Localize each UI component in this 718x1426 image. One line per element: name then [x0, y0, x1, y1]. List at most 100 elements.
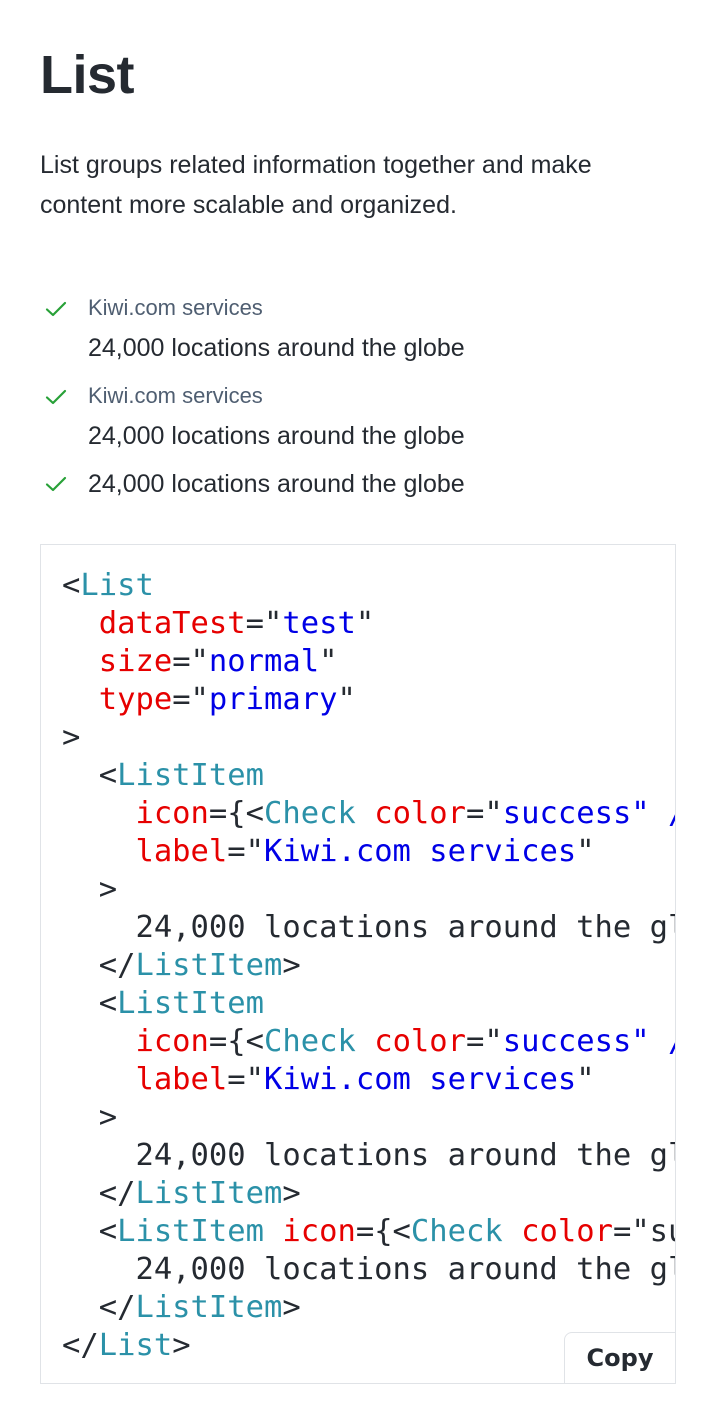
- code-token: 24,000 locations around the globe: [62, 1138, 676, 1173]
- code-token: type: [98, 682, 173, 717]
- code-token: normal: [208, 644, 320, 679]
- code-token: =": [245, 606, 283, 641]
- code-line: icon={<Check color="success" />}: [62, 1024, 675, 1059]
- code-token: =": [227, 834, 265, 869]
- code-token: </: [62, 1290, 136, 1325]
- code-token: </: [62, 1328, 99, 1363]
- code-token: Kiwi.com services: [264, 834, 577, 869]
- code-token: Kiwi.com services: [264, 1062, 577, 1097]
- code-token: =": [172, 644, 209, 679]
- code-token: primary: [208, 682, 338, 717]
- list-item-text: 24,000 locations around the globe: [88, 470, 465, 498]
- code-token: ListItem: [135, 1176, 283, 1211]
- code-token: </: [62, 948, 136, 983]
- code-line: 24,000 locations around the globe: [62, 910, 676, 945]
- code-line: </List>: [62, 1328, 191, 1363]
- code-token: Check: [264, 1024, 356, 1059]
- code-token: 24,000 locations around the globe: [62, 1252, 676, 1287]
- code-block[interactable]: <List dataTest="test" size="normal" type…: [41, 545, 675, 1365]
- code-token: =": [466, 1024, 503, 1059]
- code-line: label="Kiwi.com services": [62, 1062, 594, 1097]
- code-token: Check: [264, 796, 356, 831]
- code-token: success" />}: [502, 796, 675, 831]
- code-token: ListItem: [135, 948, 283, 983]
- code-line: </ListItem>: [62, 948, 301, 983]
- code-token: <: [62, 986, 118, 1021]
- code-token: size: [98, 644, 173, 679]
- code-token: ListItem: [117, 986, 264, 1021]
- code-line: type="primary": [62, 682, 356, 717]
- code-token: color: [374, 1024, 467, 1059]
- code-token: >: [62, 872, 118, 907]
- page-description: List groups related information together…: [40, 151, 592, 219]
- code-token: label: [135, 834, 228, 869]
- code-line: </ListItem>: [62, 1290, 301, 1325]
- code-example[interactable]: <List dataTest="test" size="normal" type…: [40, 544, 676, 1384]
- code-token: test: [282, 606, 356, 641]
- code-token: List: [80, 568, 154, 603]
- code-token: ListItem: [117, 1214, 264, 1249]
- code-line: <ListItem icon={<Check color="success" /…: [62, 1214, 675, 1249]
- list-item-label: Kiwi.com services: [88, 295, 263, 320]
- code-token: ListItem: [135, 1290, 283, 1325]
- code-token: <: [62, 1214, 118, 1249]
- check-icon: [44, 385, 68, 409]
- code-token: ="success" />}>: [612, 1214, 675, 1249]
- code-token: success" />}: [502, 1024, 675, 1059]
- code-token: =": [172, 682, 209, 717]
- code-token: color: [374, 796, 467, 831]
- code-token: 24,000 locations around the globe: [62, 910, 676, 945]
- code-token: >: [62, 720, 81, 755]
- list-item-text: 24,000 locations around the globe: [88, 422, 465, 450]
- code-token: =": [466, 796, 503, 831]
- code-token: ": [355, 606, 375, 641]
- list: Kiwi.com services 24,000 locations aroun…: [40, 288, 678, 512]
- code-token: List: [98, 1328, 173, 1363]
- code-line: <ListItem: [62, 986, 264, 1021]
- code-line: >: [62, 720, 80, 755]
- code-line: size="normal": [62, 644, 338, 679]
- code-token: >: [62, 1100, 118, 1135]
- code-line: </ListItem>: [62, 1176, 301, 1211]
- list-item: Kiwi.com services 24,000 locations aroun…: [40, 376, 678, 456]
- code-token: Check: [410, 1214, 503, 1249]
- code-token: </: [62, 1176, 136, 1211]
- code-token: dataTest: [98, 606, 246, 641]
- code-token: ={<: [208, 796, 264, 831]
- code-line: 24,000 locations around the globe: [62, 1138, 676, 1173]
- code-line: <ListItem: [62, 758, 264, 793]
- code-token: >: [282, 1176, 301, 1211]
- list-item: 24,000 locations around the globe: [40, 464, 678, 504]
- code-token: ={<: [355, 1214, 411, 1249]
- code-token: icon: [282, 1214, 356, 1249]
- code-token: ": [576, 834, 595, 869]
- copy-button[interactable]: Copy: [564, 1332, 675, 1383]
- code-token: <: [62, 568, 81, 603]
- code-token: ={<: [208, 1024, 264, 1059]
- code-line: <List: [62, 568, 154, 603]
- code-token: >: [282, 948, 301, 983]
- code-token: =": [227, 1062, 265, 1097]
- code-token: ": [337, 682, 356, 717]
- code-line: >: [62, 872, 117, 907]
- code-token: label: [135, 1062, 228, 1097]
- code-token: <: [62, 758, 118, 793]
- code-token: icon: [135, 796, 209, 831]
- code-line: 24,000 locations around the globe: [62, 1252, 676, 1287]
- code-token: >: [282, 1290, 301, 1325]
- code-line: >: [62, 1100, 117, 1135]
- list-item-label: Kiwi.com services: [88, 383, 263, 408]
- page-title: List: [40, 45, 135, 105]
- code-token: ": [319, 644, 338, 679]
- code-token: color: [521, 1214, 613, 1249]
- code-line: icon={<Check color="success" />}: [62, 796, 675, 831]
